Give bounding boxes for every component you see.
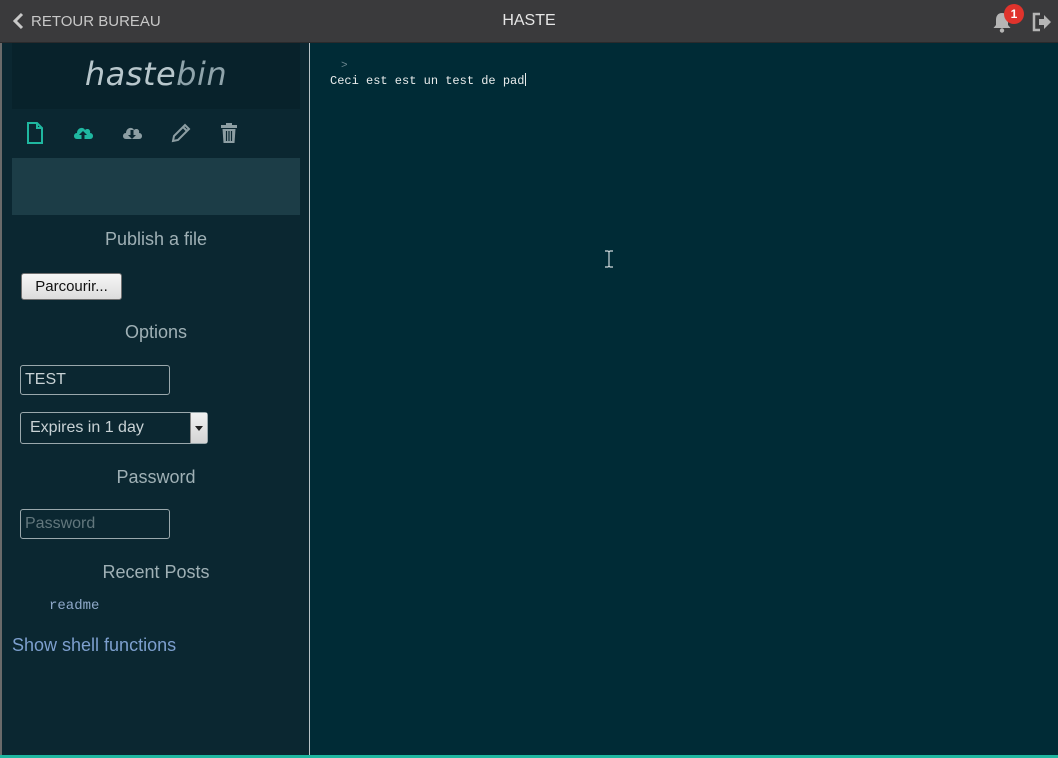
logout-icon[interactable] [1031,11,1053,33]
text-caret [525,73,527,86]
password-input[interactable] [20,509,170,539]
expiry-selected-value: Expires in 1 day [30,419,144,436]
sidebar: hastebin Publish a file Parcourir... Opt… [0,43,309,755]
upload-cloud-icon[interactable] [71,121,95,145]
editor-content: Ceci est est un test de pad [330,74,525,88]
recent-post-link[interactable]: readme [49,598,99,614]
ibeam-cursor-icon [605,250,613,268]
logo-text-haste: haste [84,55,177,93]
title-input[interactable] [20,365,170,395]
recent-posts-heading: Recent Posts [102,562,210,582]
hastebin-logo: hastebin [12,43,300,109]
code-editor[interactable]: > Ceci est est un test de pad [310,43,1058,755]
post-description-area[interactable] [12,158,300,215]
publish-file-heading: Publish a file [104,229,208,249]
password-heading: Password [116,467,196,487]
browse-file-button[interactable]: Parcourir... [21,273,122,300]
chevron-down-icon[interactable] [190,413,207,443]
logo-text-bin: bin [176,55,228,93]
trash-icon[interactable] [217,121,241,145]
show-shell-functions-link[interactable]: Show shell functions [12,635,176,656]
options-heading: Options [124,322,188,342]
edit-pencil-icon[interactable] [169,121,193,145]
new-file-icon[interactable] [23,121,47,145]
back-to-desktop-button[interactable]: RETOUR BUREAU [12,0,161,42]
editor-text-line[interactable]: Ceci est est un test de pad [330,73,527,88]
top-bar: RETOUR BUREAU HASTE 1 [0,0,1058,43]
back-label: RETOUR BUREAU [31,12,161,30]
expiry-select[interactable]: Expires in 1 day [20,412,208,444]
line-prompt: > [341,60,348,72]
chevron-left-icon [12,12,24,30]
notification-badge[interactable]: 1 [1004,4,1024,24]
download-cloud-icon[interactable] [120,121,144,145]
